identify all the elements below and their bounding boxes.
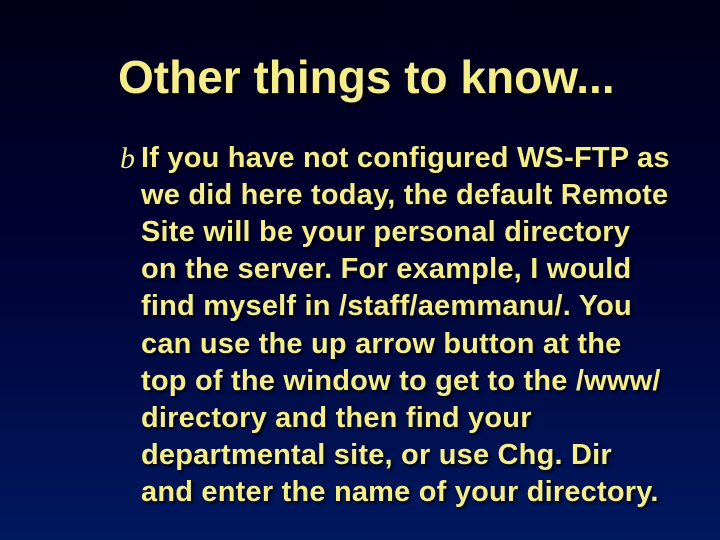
bullet-text: If you have not configured WS-FTP as we … — [141, 140, 670, 511]
bullet-marker-icon: b — [120, 142, 135, 175]
bullet-item: b If you have not configured WS-FTP as w… — [110, 140, 670, 511]
slide-title: Other things to know... — [118, 50, 670, 104]
slide: Other things to know... b If you have no… — [0, 0, 720, 540]
